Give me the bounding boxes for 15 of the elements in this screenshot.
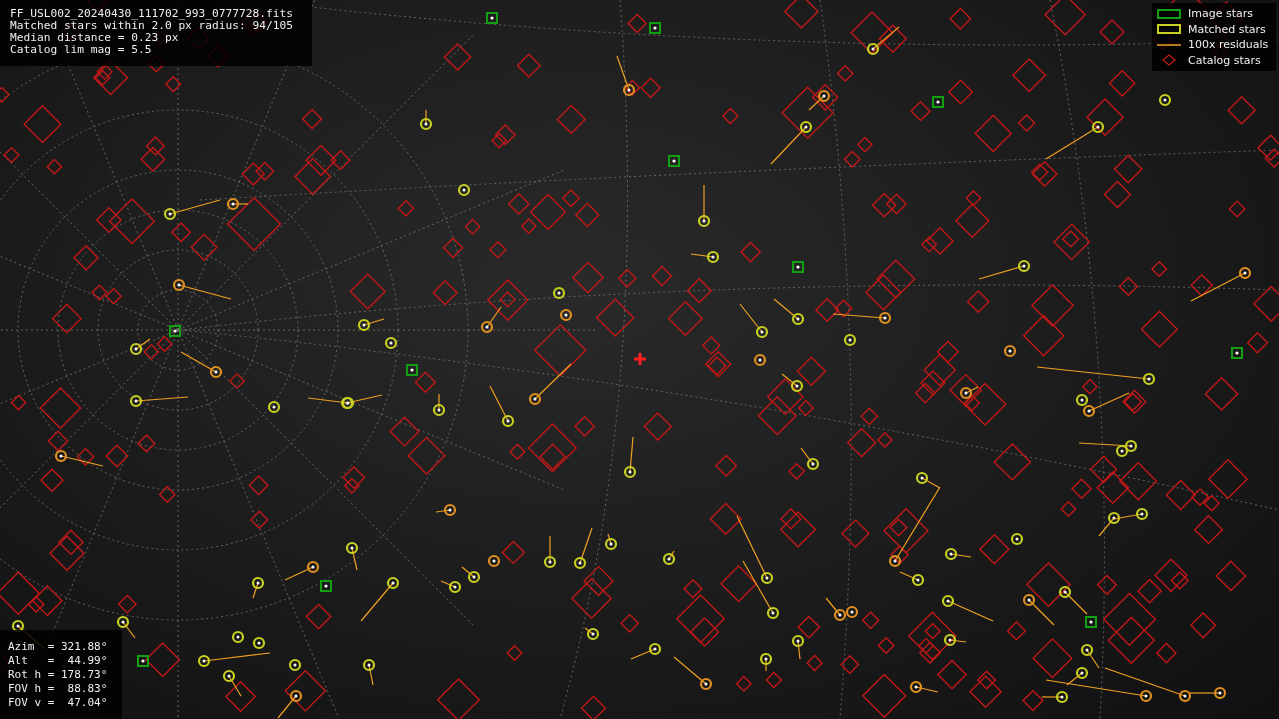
legend-label: Matched stars (1188, 21, 1266, 37)
legend-label: Catalog stars (1188, 52, 1261, 68)
pointing-line: Rot h = 178.73° (8, 668, 108, 682)
info-line: Median distance = 0.23 px (10, 32, 179, 44)
info-line: Catalog lim mag = 5.5 (10, 44, 152, 56)
square-outline-icon (1156, 23, 1182, 36)
pointing-line: FOV v = 47.04° (8, 696, 108, 710)
info-line: Matched stars within 2.0 px radius: 94/105 (10, 20, 293, 32)
legend-label: Image stars (1188, 6, 1253, 22)
pointing-line: Alt = 44.99° (8, 654, 108, 668)
square-outline-icon (1156, 7, 1182, 20)
pointing-line: Azim = 321.88° (8, 640, 108, 654)
pointing-line: FOV h = 88.83° (8, 682, 108, 696)
info-line: FF_USL002_20240430_111702_993_0777728.fits (10, 8, 293, 20)
legend-label: 100x residuals (1188, 37, 1269, 53)
